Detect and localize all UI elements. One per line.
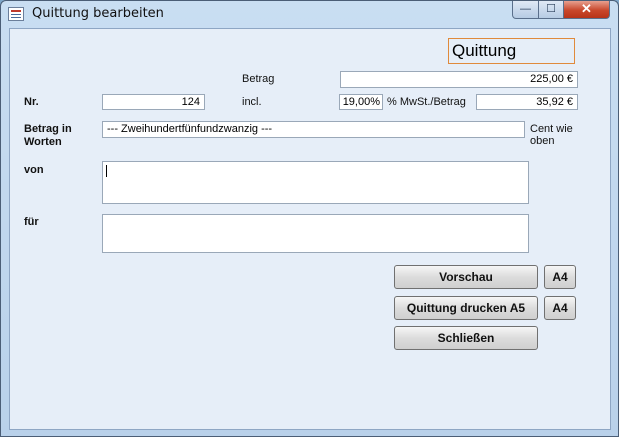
form-heading: Quittung bbox=[448, 38, 575, 64]
vorschau-a4-button[interactable]: A4 bbox=[544, 265, 576, 289]
form-body: Quittung Betrag 225,00 € Nr. 124 incl. 1… bbox=[9, 28, 611, 430]
title-bar[interactable]: Quittung bearbeiten — ☐ ✕ bbox=[1, 1, 618, 27]
mwst-rate-field[interactable]: 19,00% bbox=[339, 94, 383, 110]
mwst-label: % MwSt./Betrag bbox=[387, 96, 466, 108]
von-field[interactable] bbox=[102, 161, 529, 204]
window-title: Quittung bearbeiten bbox=[32, 6, 164, 21]
betrag-worte-field[interactable]: --- Zweihundertfünfundzwanzig --- bbox=[102, 121, 525, 138]
maximize-button[interactable]: ☐ bbox=[538, 1, 564, 19]
quittung-drucken-button[interactable]: Quittung drucken A5 bbox=[394, 296, 538, 320]
fuer-label: für bbox=[24, 216, 39, 228]
mwst-amount-field[interactable]: 35,92 € bbox=[476, 94, 578, 110]
betrag-field[interactable]: 225,00 € bbox=[340, 71, 578, 88]
nr-field[interactable]: 124 bbox=[102, 94, 205, 110]
drucken-a4-button[interactable]: A4 bbox=[544, 296, 576, 320]
cent-label: Cent wie oben bbox=[530, 123, 573, 147]
betrag-label: Betrag bbox=[242, 73, 275, 85]
fuer-field[interactable] bbox=[102, 214, 529, 253]
incl-label: incl. bbox=[242, 96, 262, 108]
nr-label: Nr. bbox=[24, 96, 39, 108]
text-cursor bbox=[106, 165, 107, 177]
betrag-worte-label: Betrag in Worten bbox=[24, 123, 72, 148]
minimize-button[interactable]: — bbox=[512, 1, 539, 19]
vorschau-button[interactable]: Vorschau bbox=[394, 265, 538, 289]
schliessen-button[interactable]: Schließen bbox=[394, 326, 538, 350]
close-window-button[interactable]: ✕ bbox=[563, 1, 610, 19]
dialog-window: Quittung bearbeiten — ☐ ✕ Quittung Betra… bbox=[0, 0, 619, 437]
von-label: von bbox=[24, 164, 44, 176]
form-icon bbox=[8, 7, 24, 21]
